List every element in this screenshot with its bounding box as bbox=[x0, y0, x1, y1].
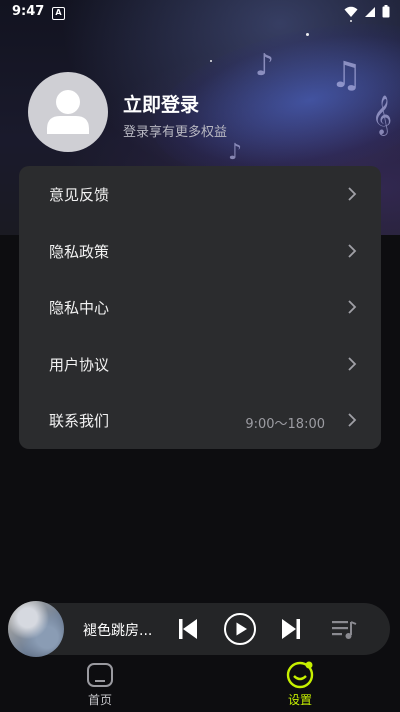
playlist-icon[interactable] bbox=[329, 614, 359, 644]
contact-hours: 9:00～18:00 bbox=[245, 417, 325, 432]
nav-label-settings: 设置 bbox=[287, 693, 312, 707]
menu-item-contact-us[interactable]: 联系我们 9:00～18:00 bbox=[19, 392, 381, 448]
menu-item-privacy-policy[interactable]: 隐私政策 bbox=[19, 223, 381, 279]
play-icon[interactable] bbox=[223, 612, 257, 646]
avatar[interactable] bbox=[28, 72, 108, 152]
status-bar: 9:47 A bbox=[0, 0, 400, 24]
notification-badge-icon: A bbox=[52, 7, 65, 20]
login-subtitle: 登录享有更多权益 bbox=[123, 125, 228, 140]
wifi-icon bbox=[344, 6, 358, 17]
menu-item-label: 意见反馈 bbox=[49, 186, 110, 204]
mini-player[interactable]: 褪色跳房... bbox=[8, 601, 390, 657]
next-icon[interactable] bbox=[276, 614, 306, 644]
menu-item-label: 隐私中心 bbox=[49, 299, 110, 317]
album-cover[interactable] bbox=[8, 601, 64, 657]
battery-icon bbox=[382, 5, 390, 18]
menu-item-feedback[interactable]: 意见反馈 bbox=[19, 166, 381, 222]
login-title[interactable]: 立即登录 bbox=[123, 90, 199, 117]
home-icon bbox=[87, 663, 113, 687]
menu-item-label: 联系我们 bbox=[49, 412, 110, 430]
music-note-decoration: ♫ bbox=[330, 55, 363, 96]
status-time: 9:47 bbox=[12, 4, 45, 19]
chevron-right-icon bbox=[348, 413, 357, 427]
signal-icon bbox=[365, 6, 375, 17]
nav-item-settings[interactable]: 设置 bbox=[260, 658, 340, 712]
user-icon bbox=[47, 90, 89, 134]
previous-icon[interactable] bbox=[173, 614, 203, 644]
settings-menu-card: 意见反馈 隐私政策 隐私中心 用户协议 联系我们 9:00～18:00 bbox=[19, 166, 381, 449]
music-note-decoration: 𝄞 bbox=[372, 95, 393, 135]
menu-item-privacy-center[interactable]: 隐私中心 bbox=[19, 279, 381, 335]
chevron-right-icon bbox=[348, 244, 357, 258]
bottom-navigation: 首页 设置 bbox=[0, 658, 400, 712]
menu-item-label: 用户协议 bbox=[49, 356, 110, 374]
chevron-right-icon bbox=[348, 187, 357, 201]
nav-label-home: 首页 bbox=[87, 693, 112, 707]
nav-item-home[interactable]: 首页 bbox=[60, 658, 140, 712]
menu-item-label: 隐私政策 bbox=[49, 243, 110, 261]
chevron-right-icon bbox=[348, 300, 357, 314]
music-note-decoration: ♪ bbox=[228, 140, 243, 165]
settings-icon bbox=[286, 661, 314, 689]
music-note-decoration: ♪ bbox=[255, 48, 275, 83]
chevron-right-icon bbox=[348, 357, 357, 371]
song-title[interactable]: 褪色跳房... bbox=[83, 620, 163, 640]
menu-item-user-agreement[interactable]: 用户协议 bbox=[19, 336, 381, 392]
